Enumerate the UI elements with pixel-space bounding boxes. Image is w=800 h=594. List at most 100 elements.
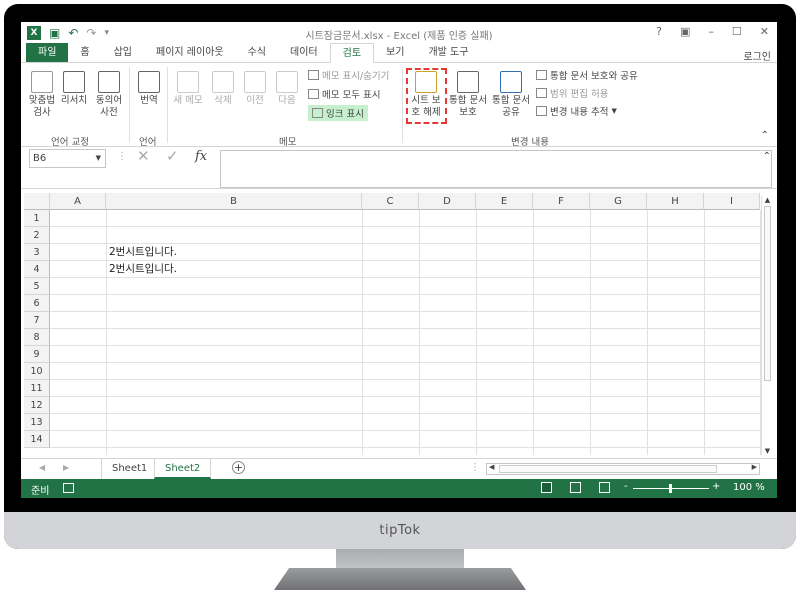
new-comment-button[interactable]: 새 메모 [171,71,205,107]
tab-file[interactable]: 파일 [26,43,69,62]
scroll-left-icon[interactable]: ◀ [489,463,494,471]
row-header[interactable]: 1 [24,210,50,227]
zoom-level[interactable]: 100 % [733,482,765,493]
zoom-slider-thumb[interactable] [669,484,672,493]
track-changes-button[interactable]: 변경 내용 추적 ▼ [536,104,617,118]
insert-function-icon[interactable]: fx [195,149,207,164]
restore-button[interactable]: ☐ [732,25,742,38]
row-header[interactable]: 13 [24,414,50,431]
select-all-corner[interactable] [24,193,50,210]
research-icon [63,71,85,93]
row-header[interactable]: 6 [24,295,50,312]
tab-formulas[interactable]: 수식 [236,43,278,62]
page-break-view-icon[interactable] [599,482,610,493]
scroll-up-icon[interactable]: ▲ [762,196,773,204]
table-row [50,278,760,295]
row-header[interactable]: 5 [24,278,50,295]
help-button[interactable]: ? [656,25,662,38]
row-header[interactable]: 9 [24,346,50,363]
sheet-tab-sheet2[interactable]: Sheet2 [154,459,212,479]
tab-page-layout[interactable]: 페이지 레이아웃 [144,43,236,62]
scroll-right-icon[interactable]: ▶ [752,463,757,471]
tab-data[interactable]: 데이터 [278,43,330,62]
delete-comment-button[interactable]: 삭제 [209,71,237,107]
horizontal-scroll-thumb[interactable] [499,465,717,473]
add-sheet-icon[interactable]: + [232,461,245,474]
column-header[interactable]: D [419,193,476,210]
column-header[interactable]: C [362,193,419,210]
zoom-in-icon[interactable]: + [712,481,720,492]
cell-b3[interactable]: 2번시트입니다. [109,244,177,261]
row-header[interactable]: 7 [24,312,50,329]
tab-view[interactable]: 보기 [374,43,416,62]
previous-comment-button[interactable]: 이전 [241,71,269,107]
sheet-prev-icon[interactable]: ◀ [39,463,45,472]
login-link[interactable]: 로그인 [743,48,771,63]
sheet-tab-bar: ◀ ▶ Sheet1 Sheet2 + ⋮ ◀ ▶ [21,458,777,479]
show-hide-comment-icon [308,70,319,80]
monitor-base [274,568,526,590]
allow-edit-ranges-button[interactable]: 범위 편집 허용 [536,86,608,100]
title-bar: X ▣ ↶ ↷ ▾ 시트잠금문서.xlsx - Excel (제품 인증 실패)… [21,22,777,44]
group-changes-label: 변경 내용 [511,137,549,148]
thesaurus-button[interactable]: 동의어 사전 [91,71,127,119]
scroll-thumb[interactable] [764,206,771,381]
formula-input[interactable] [220,150,772,188]
collapse-ribbon-icon[interactable]: ⌃ [761,130,769,141]
row-header[interactable]: 14 [24,431,50,448]
chevron-down-icon: ▼ [611,107,617,115]
name-box[interactable]: B6 ▼ [29,149,106,168]
tab-insert[interactable]: 삽입 [102,43,144,62]
show-all-comments-button[interactable]: 메모 모두 표시 [308,87,380,101]
zoom-out-icon[interactable]: - [624,481,628,492]
tab-developer[interactable]: 개발 도구 [416,43,480,62]
row-header[interactable]: 3 [24,244,50,261]
ribbon: 맞춤법 검사 리서치 동의어 사전 언어 교정 번역 언어 새 메모 삭제 이전… [21,63,777,148]
share-workbook-button[interactable]: 통합 문서 공유 [490,71,532,119]
sheet-tab-sheet1[interactable]: Sheet1 [101,459,157,479]
worksheet-grid[interactable]: A B C D E F G H I 1 2 3 4 5 6 7 8 9 10 1… [21,193,775,455]
column-header[interactable]: B [106,193,362,210]
scroll-down-icon[interactable]: ▼ [762,447,773,455]
show-hide-comment-button[interactable]: 메모 표시/숨기기 [308,68,389,82]
column-header[interactable]: F [533,193,590,210]
research-button[interactable]: 리서치 [59,71,89,107]
page-layout-view-icon[interactable] [570,482,581,493]
zoom-slider[interactable] [633,484,709,493]
column-header[interactable]: G [590,193,647,210]
protect-share-button[interactable]: 통합 문서 보호와 공유 [536,68,638,82]
column-header[interactable]: E [476,193,533,210]
table-row [50,329,760,346]
tab-review[interactable]: 검토 [329,43,375,63]
column-header[interactable]: I [704,193,760,210]
row-header[interactable]: 11 [24,380,50,397]
next-comment-button[interactable]: 다음 [273,71,301,107]
more-dots-icon: ⋮ [470,462,480,473]
column-header[interactable]: H [647,193,704,210]
normal-view-icon[interactable] [541,482,552,493]
enter-icon[interactable]: ✓ [166,147,179,165]
minimize-button[interactable]: – [708,25,714,38]
share-workbook-icon [500,71,522,93]
column-header[interactable]: A [50,193,106,210]
expand-formula-bar-icon[interactable]: ⌃ [763,151,771,162]
tab-home[interactable]: 홈 [68,43,101,62]
spell-check-button[interactable]: 맞춤법 검사 [25,71,59,119]
next-comment-icon [276,71,298,93]
row-header[interactable]: 4 [24,261,50,278]
sheet-next-icon[interactable]: ▶ [63,463,69,472]
show-ink-button[interactable]: 잉크 표시 [308,105,368,121]
row-header[interactable]: 10 [24,363,50,380]
horizontal-scrollbar[interactable]: ◀ ▶ [486,463,760,475]
macro-record-icon[interactable] [63,483,74,493]
protect-workbook-button[interactable]: 통합 문서 보호 [447,71,489,119]
translate-button[interactable]: 번역 [133,71,165,107]
cell-b4[interactable]: 2번시트입니다. [109,261,177,278]
vertical-scrollbar[interactable]: ▲ ▼ [761,196,773,455]
row-header[interactable]: 8 [24,329,50,346]
close-button[interactable]: ✕ [760,25,769,38]
ribbon-options-icon[interactable]: ▣ [680,25,690,38]
row-header[interactable]: 12 [24,397,50,414]
row-header[interactable]: 2 [24,227,50,244]
cancel-icon[interactable]: ✕ [137,147,150,165]
